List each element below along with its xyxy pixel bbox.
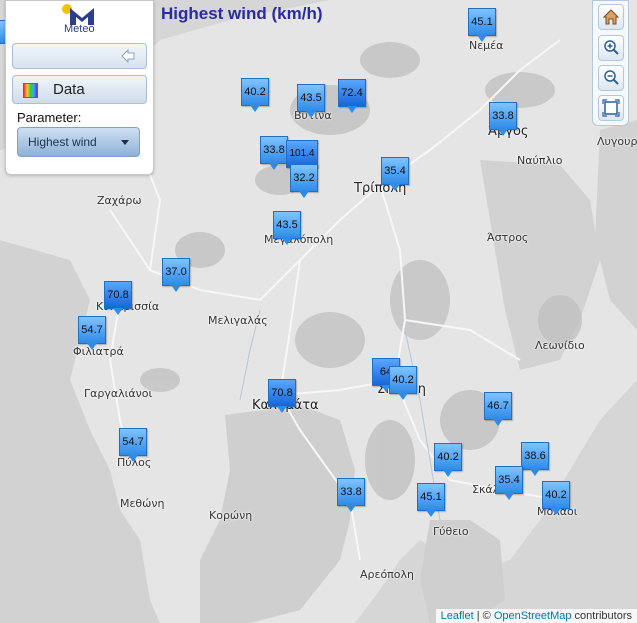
place-areopoli: Αρεόπολη [360, 568, 415, 581]
wind-marker[interactable]: 43.5 [297, 84, 325, 118]
wind-marker[interactable]: 43.5 [273, 211, 301, 245]
parameter-select[interactable]: Highest wind [17, 127, 140, 157]
wind-marker[interactable]: 40.2 [389, 366, 417, 400]
wind-marker[interactable]: 45.1 [417, 483, 445, 517]
place-koroni: Κορώνη [209, 509, 253, 522]
fit-extent-button[interactable] [598, 95, 624, 121]
control-panel: Meteo Data Parameter: Highest wind [5, 0, 154, 175]
zoom-in-icon [604, 40, 619, 55]
parameter-label: Parameter: [17, 110, 82, 125]
map[interactable]: Νεμέα Βυτίνα Άργος Ναύπλιο Λυγουριό Τρίπ… [0, 0, 637, 623]
wind-marker[interactable]: 45.1 [468, 8, 496, 42]
back-button[interactable] [12, 43, 147, 69]
zoom-out-button[interactable] [598, 65, 624, 91]
wind-marker[interactable]: 37.0 [162, 258, 190, 292]
wind-marker[interactable]: 33.8 [260, 136, 288, 170]
wind-marker[interactable]: 40.2 [241, 78, 269, 112]
wind-marker[interactable]: 46.7 [484, 392, 512, 426]
color-scale-icon [23, 83, 38, 98]
leaflet-link[interactable]: Leaflet [441, 610, 474, 622]
wind-marker[interactable]: 33.8 [337, 478, 365, 512]
map-title: Highest wind (km/h) [161, 4, 323, 23]
wind-marker[interactable]: 70.8 [268, 379, 296, 413]
wind-marker[interactable]: 35.4 [381, 157, 409, 191]
zoom-out-icon [604, 70, 619, 85]
home-icon [602, 9, 620, 25]
parameter-select-value: Highest wind [28, 135, 97, 149]
logo-text: Meteo [64, 23, 95, 35]
data-button[interactable]: Data [12, 75, 147, 104]
map-toolbar [592, 0, 629, 126]
place-zacharo: Ζαχάρω [97, 194, 142, 207]
wind-marker[interactable]: 35.4 [495, 466, 523, 500]
place-lygourio: Λυγουριό [597, 135, 637, 148]
place-filiatra: Φιλιατρά [73, 345, 124, 358]
arrow-left-icon [121, 48, 135, 64]
place-meligalas: Μελιγαλάς [208, 314, 268, 327]
place-leonidio: Λεωνίδιο [535, 339, 585, 352]
data-button-label: Data [53, 81, 85, 98]
place-methoni: Μεθώνη [120, 497, 165, 510]
zoom-in-button[interactable] [598, 35, 624, 61]
wind-marker[interactable]: 70.8 [104, 281, 132, 315]
fullscreen-icon [602, 99, 620, 117]
wind-marker[interactable]: 40.2 [434, 443, 462, 477]
wind-marker[interactable]: 40.2 [542, 481, 570, 515]
place-gytheio: Γύθειο [433, 525, 469, 538]
home-button[interactable] [598, 4, 624, 30]
wind-marker[interactable]: 72.4 [338, 79, 366, 113]
chevron-down-icon [121, 140, 129, 145]
wind-marker[interactable]: 54.7 [78, 316, 106, 350]
wind-marker[interactable]: 32.2 [290, 164, 318, 198]
attribution-separator: | © [473, 610, 494, 622]
attribution: Leaflet | © OpenStreetMap contributors [435, 609, 637, 623]
osm-link[interactable]: OpenStreetMap [494, 610, 572, 622]
wind-marker[interactable]: 33.8 [489, 102, 517, 136]
wind-marker[interactable]: 54.7 [119, 428, 147, 462]
attribution-suffix: contributors [571, 610, 632, 622]
wind-marker[interactable]: 38.6 [521, 442, 549, 476]
place-nafplio: Ναύπλιο [517, 154, 563, 167]
place-astros: Άστρος [487, 231, 529, 244]
place-gargalianoi: Γαργαλιάνοι [84, 387, 153, 400]
